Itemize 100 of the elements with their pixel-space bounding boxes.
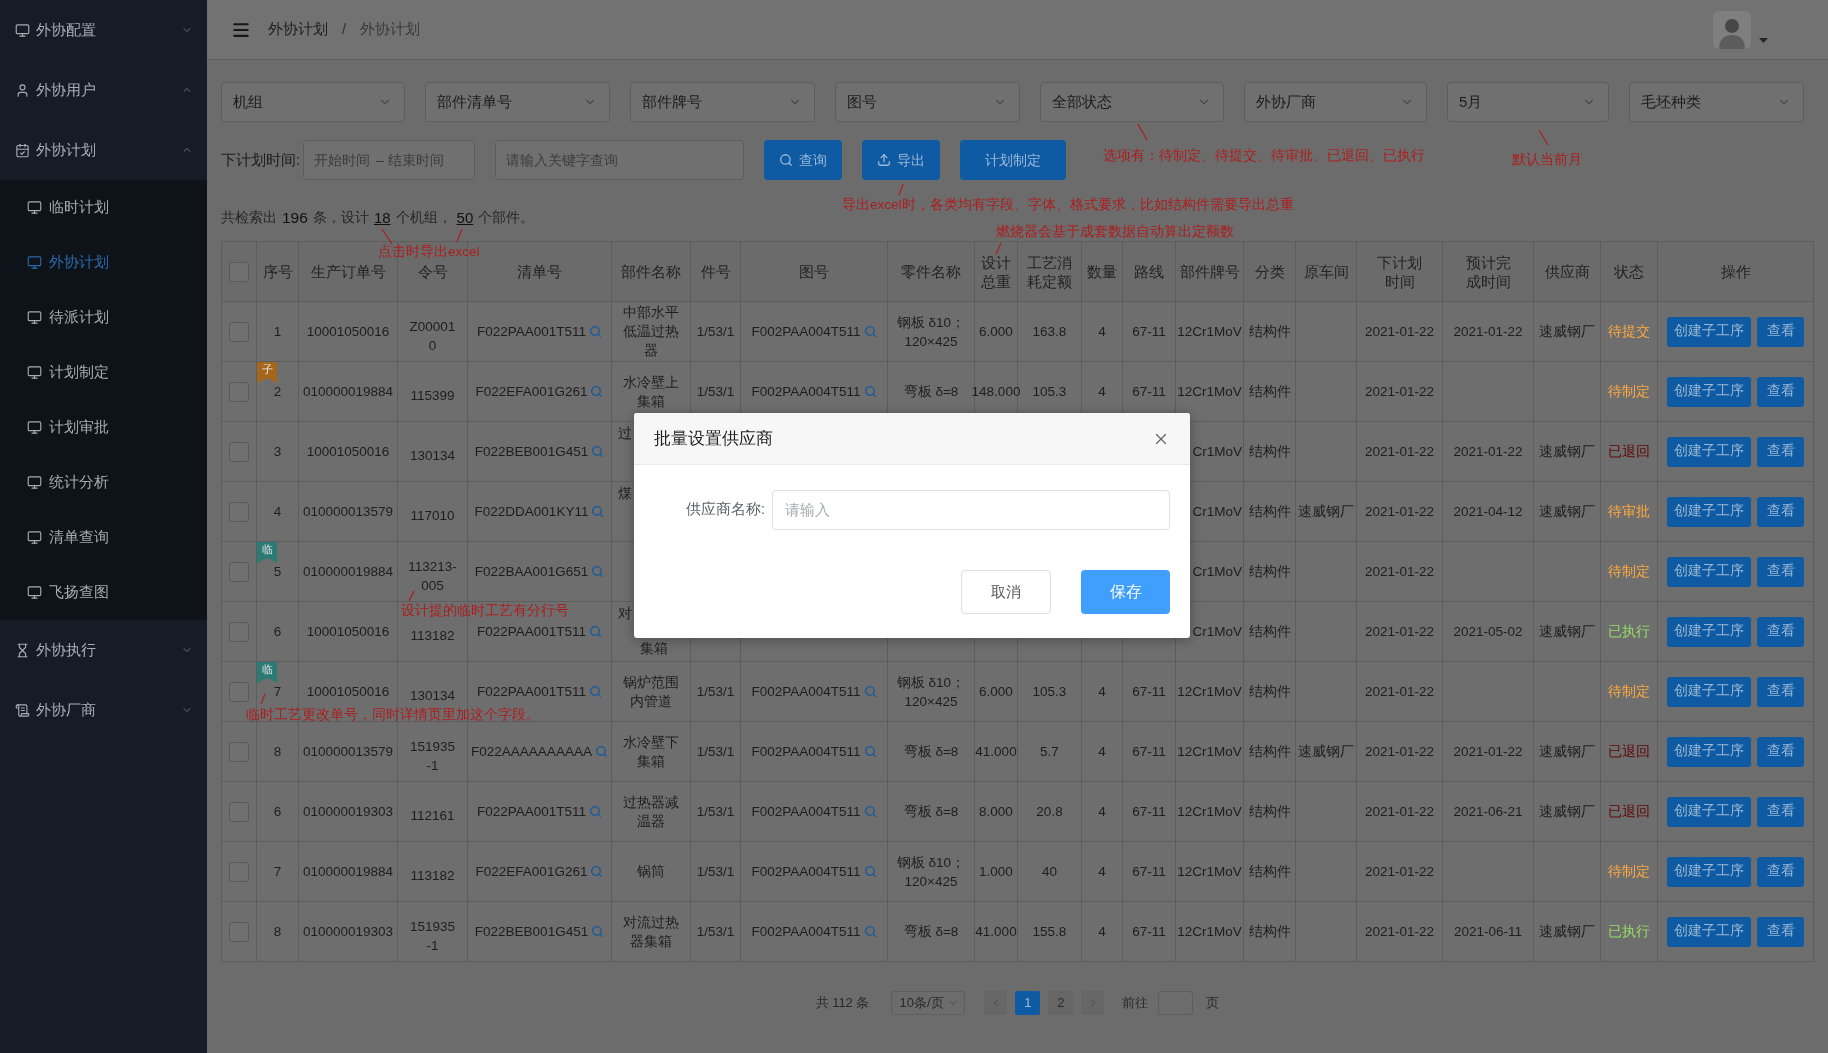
column-header: 清单号 [517, 262, 562, 281]
dropdown-select[interactable]: 毛坯种类 [1629, 82, 1804, 122]
plan-date: 2021-01-22 [1364, 323, 1435, 341]
cancel-button[interactable]: 取消 [961, 570, 1051, 614]
dropdown-select[interactable]: 图号 [835, 82, 1020, 122]
view-button[interactable]: 查看 [1757, 916, 1804, 947]
create-subprocess-button[interactable]: 创建子工序 [1667, 376, 1751, 407]
submenu-item[interactable]: 外协计划 [0, 235, 207, 290]
search-icon[interactable] [591, 565, 605, 578]
design-weight: 41.000 [975, 743, 1017, 761]
submenu-item[interactable]: 计划制定 [0, 345, 207, 400]
create-subprocess-button[interactable]: 创建子工序 [1667, 856, 1751, 887]
view-button[interactable]: 查看 [1757, 676, 1804, 707]
search-icon[interactable] [863, 385, 877, 398]
dropdown-select[interactable]: 全部状态 [1040, 82, 1224, 122]
sidebar-item[interactable]: 外协厂商 [0, 680, 207, 740]
column-header: 数量 [1087, 262, 1117, 281]
sidebar-item[interactable]: 外协配置 [0, 0, 207, 60]
column-header: 原车间 [1303, 262, 1349, 281]
submenu-item[interactable]: 待派计划 [0, 290, 207, 345]
dropdown-select[interactable]: 部件清单号 [425, 82, 610, 122]
avatar-icon[interactable] [1713, 10, 1751, 49]
view-button[interactable]: 查看 [1757, 436, 1804, 467]
view-button[interactable]: 查看 [1757, 856, 1804, 887]
export-button[interactable]: 导出 [862, 140, 940, 180]
search-icon[interactable] [589, 325, 603, 338]
create-subprocess-button[interactable]: 创建子工序 [1667, 436, 1751, 467]
goto-label: 前往 [1122, 994, 1149, 1013]
create-subprocess-button[interactable]: 创建子工序 [1667, 736, 1751, 767]
sidebar-item[interactable]: 外协执行 [0, 620, 207, 680]
breadcrumb-link[interactable]: 外协计划 [268, 18, 328, 41]
create-subprocess-button[interactable]: 创建子工序 [1667, 556, 1751, 587]
dropdown-select[interactable]: 机组 [221, 82, 405, 122]
create-subprocess-button[interactable]: 创建子工序 [1667, 796, 1751, 827]
save-button[interactable]: 保存 [1081, 570, 1170, 614]
search-icon[interactable] [589, 685, 603, 698]
view-button[interactable]: 查看 [1757, 316, 1804, 347]
view-button[interactable]: 查看 [1757, 796, 1804, 827]
material-grade: Cr1MoV [1192, 623, 1242, 641]
search-icon[interactable] [589, 805, 603, 818]
order-number: 010000019884 [302, 863, 394, 881]
search-icon[interactable] [589, 625, 603, 638]
item-number: 1/53/1 [696, 383, 735, 401]
material-grade: 12Cr1MoV [1177, 683, 1242, 701]
search-icon[interactable] [591, 445, 605, 458]
design-weight: 41.000 [975, 923, 1017, 941]
dropdown-select[interactable]: 部件牌号 [630, 82, 815, 122]
search-icon[interactable] [863, 325, 877, 338]
search-icon[interactable] [590, 385, 604, 398]
quota-value: 5.7 [1040, 743, 1059, 761]
page-button[interactable]: 1 [1015, 991, 1041, 1015]
list-number: F022BEB001G451 [474, 923, 589, 941]
design-weight: 1.000 [979, 863, 1013, 881]
column-header: 零件名称 [901, 262, 961, 281]
search-icon[interactable] [863, 685, 877, 698]
count-link[interactable]: 18 [373, 206, 391, 230]
create-subprocess-button[interactable]: 创建子工序 [1667, 676, 1751, 707]
view-button[interactable]: 查看 [1757, 556, 1804, 587]
search-icon[interactable] [591, 925, 605, 938]
column-header: 供应商 [1544, 262, 1590, 281]
column-header: 分类 [1254, 262, 1285, 281]
caret-down-icon[interactable] [1759, 37, 1768, 43]
material-grade: Cr1MoV [1192, 563, 1242, 581]
create-subprocess-button[interactable]: 创建子工序 [1667, 916, 1751, 947]
search-icon[interactable] [863, 925, 877, 938]
submenu-item[interactable]: 统计分析 [0, 455, 207, 510]
search-icon[interactable] [591, 505, 605, 518]
submenu-item[interactable]: 临时计划 [0, 180, 207, 235]
search-button[interactable]: 查询 [764, 140, 842, 180]
total-count: 共 112 条 [815, 994, 870, 1013]
column-header: 操作 [1720, 262, 1751, 281]
plan-button[interactable]: 计划制定 [960, 140, 1066, 180]
create-subprocess-button[interactable]: 创建子工序 [1667, 616, 1751, 647]
search-icon[interactable] [863, 805, 877, 818]
sidebar-item[interactable]: 外协用户 [0, 60, 207, 120]
search-icon[interactable] [863, 865, 877, 878]
dropdown-select[interactable]: 5月 [1447, 82, 1609, 122]
submenu-item[interactable]: 清单查询 [0, 510, 207, 565]
page-size-select[interactable]: 10条/页 [891, 991, 966, 1015]
submenu-item[interactable]: 计划审批 [0, 400, 207, 455]
search-icon[interactable] [594, 745, 608, 758]
supplier-field[interactable]: 请输入 [772, 490, 1170, 530]
view-button[interactable]: 查看 [1757, 376, 1804, 407]
dropdown-select[interactable]: 外协厂商 [1244, 82, 1427, 122]
view-button[interactable]: 查看 [1757, 496, 1804, 527]
view-button[interactable]: 查看 [1757, 736, 1804, 767]
column-header: 生产订单号 [310, 262, 386, 281]
create-subprocess-button[interactable]: 创建子工序 [1667, 316, 1751, 347]
count-link[interactable]: 50 [456, 206, 474, 230]
page-button[interactable]: 2 [1048, 991, 1074, 1015]
column-header: 状态 [1614, 262, 1644, 281]
item-number: 1/53/1 [696, 923, 735, 941]
search-icon[interactable] [863, 745, 877, 758]
sidebar-item[interactable]: 外协计划 [0, 120, 207, 180]
view-button[interactable]: 查看 [1757, 616, 1804, 647]
submenu-item[interactable]: 飞扬查图 [0, 565, 207, 620]
search-icon[interactable] [590, 865, 604, 878]
next-page-button[interactable] [1081, 991, 1105, 1015]
create-subprocess-button[interactable]: 创建子工序 [1667, 496, 1751, 527]
category-label: 结构件 [1248, 683, 1291, 701]
